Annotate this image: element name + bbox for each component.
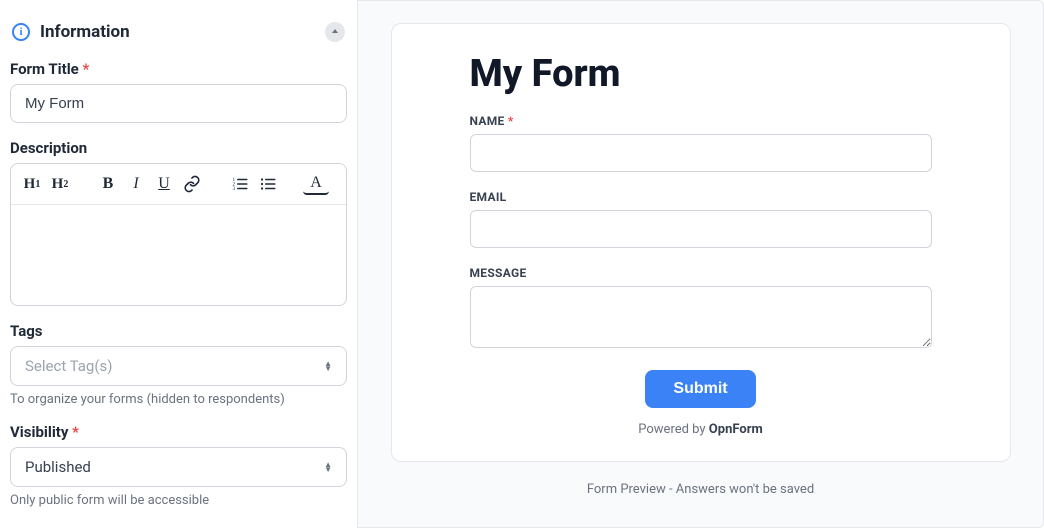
preview-label-message: MESSAGE: [470, 266, 932, 280]
info-icon: i: [12, 23, 30, 41]
description-label: Description: [10, 139, 347, 157]
preview-note: Form Preview - Answers won't be saved: [587, 482, 814, 497]
collapse-icon[interactable]: [325, 22, 345, 42]
required-mark: *: [508, 114, 514, 128]
tags-label: Tags: [10, 322, 347, 340]
rte-bold-button[interactable]: B: [95, 170, 121, 198]
preview-label-email: EMAIL: [470, 190, 932, 204]
svg-text:3: 3: [233, 186, 236, 192]
preview-input-name[interactable]: [470, 134, 932, 172]
powered-prefix: Powered by: [638, 422, 709, 437]
rte-ordered-list-button[interactable]: 123: [227, 170, 253, 198]
tags-field: Tags Select Tag(s) ▲▼ To organize your f…: [8, 322, 349, 423]
rte-h2-button[interactable]: H2: [47, 170, 73, 198]
rte-content-area[interactable]: [11, 205, 346, 305]
visibility-value: Published: [25, 458, 91, 476]
form-card: My Form NAME * EMAIL MESSAGE Submit Powe…: [391, 23, 1011, 462]
powered-brand[interactable]: OpnForm: [709, 422, 763, 437]
rte-toolbar: H1 H2 B I U 123: [11, 164, 346, 205]
submit-button[interactable]: Submit: [645, 370, 755, 408]
visibility-label: Visibility *: [10, 423, 347, 441]
form-title: My Form: [470, 52, 932, 96]
preview-label-name-text: NAME: [470, 114, 505, 128]
visibility-label-text: Visibility: [10, 423, 68, 441]
rte-h1-button[interactable]: H1: [19, 170, 45, 198]
tags-select[interactable]: Select Tag(s) ▲▼: [10, 346, 347, 386]
preview-input-message[interactable]: [470, 286, 932, 348]
powered-by: Powered by OpnForm: [470, 422, 932, 437]
settings-sidebar: i Information Form Title * Description H…: [0, 0, 358, 528]
form-title-label-text: Form Title: [10, 60, 79, 78]
tags-placeholder: Select Tag(s): [25, 357, 112, 375]
rte-link-button[interactable]: [179, 170, 205, 198]
rte-italic-button[interactable]: I: [123, 170, 149, 198]
rte-text-color-button[interactable]: A: [303, 173, 329, 195]
visibility-select[interactable]: Published ▲▼: [10, 447, 347, 487]
form-title-label: Form Title *: [10, 60, 347, 78]
rte-underline-button[interactable]: U: [151, 170, 177, 198]
section-header: i Information: [8, 16, 349, 60]
description-field: Description H1 H2 B I U: [8, 139, 349, 322]
rich-text-editor: H1 H2 B I U 123: [10, 163, 347, 306]
chevron-up-down-icon: ▲▼: [324, 462, 332, 472]
section-title: Information: [40, 22, 130, 42]
form-title-input[interactable]: [10, 84, 347, 123]
visibility-field: Visibility * Published ▲▼ Only public fo…: [8, 423, 349, 524]
preview-field-email: EMAIL: [470, 190, 932, 248]
tags-hint: To organize your forms (hidden to respon…: [10, 392, 347, 407]
required-mark: *: [72, 423, 79, 441]
form-preview-pane: My Form NAME * EMAIL MESSAGE Submit Powe…: [358, 0, 1044, 528]
preview-label-name: NAME *: [470, 114, 932, 128]
visibility-hint: Only public form will be accessible: [10, 493, 347, 508]
required-mark: *: [83, 60, 90, 78]
preview-field-message: MESSAGE: [470, 266, 932, 352]
form-title-field: Form Title *: [8, 60, 349, 139]
preview-field-name: NAME *: [470, 114, 932, 172]
rte-unordered-list-button[interactable]: [255, 170, 281, 198]
preview-input-email[interactable]: [470, 210, 932, 248]
chevron-up-down-icon: ▲▼: [324, 361, 332, 371]
